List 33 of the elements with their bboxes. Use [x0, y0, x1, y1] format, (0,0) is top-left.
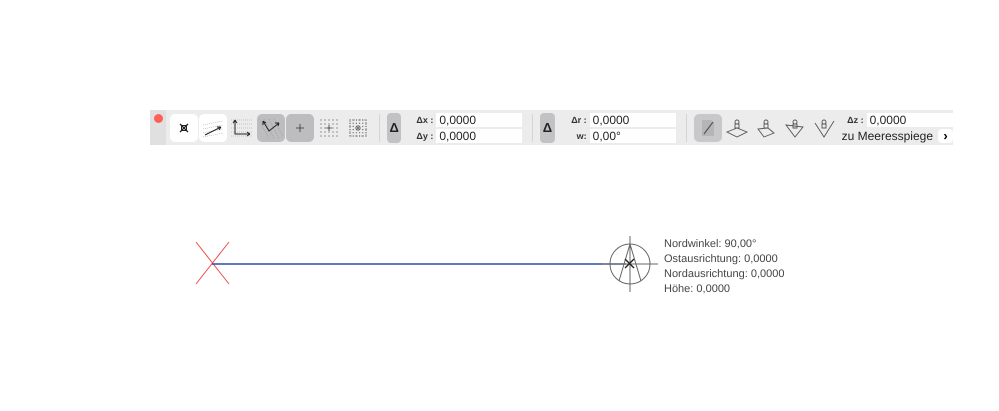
- figure-plane-icon: [782, 116, 807, 138]
- field-label: Δr :: [570, 114, 587, 124]
- snap-icon: [178, 122, 190, 134]
- elevation-mode-button[interactable]: [694, 114, 722, 142]
- info-text: Nordwinkel: 90,00°: [664, 237, 758, 252]
- input-field[interactable]: 0,0000: [436, 112, 522, 126]
- info-text: Höhe: 0,0000: [664, 282, 732, 297]
- dot-grid-icon: [318, 116, 340, 138]
- snap-tool-button[interactable]: [257, 114, 285, 142]
- cross-mark: [196, 242, 230, 284]
- figure-plane-icon: [724, 116, 749, 138]
- field-label: Δz :: [846, 114, 864, 124]
- info-text: Nordausrichtung: 0,0000: [664, 267, 784, 282]
- axes-grid-icon: [230, 116, 254, 138]
- reference-label: zu Meeresspiege: [842, 128, 933, 142]
- input-field[interactable]: 0,0000: [866, 112, 953, 126]
- snap-tool-button[interactable]: [170, 114, 198, 142]
- field-label: Δy :: [415, 130, 434, 140]
- input-field[interactable]: 0,0000: [590, 112, 676, 126]
- figure-plane-icon: [812, 116, 836, 138]
- north-compass-icon: [602, 236, 658, 292]
- delta-button[interactable]: Δ: [386, 112, 402, 142]
- info-text: Ostausrichtung: 0,0000: [664, 252, 779, 267]
- field-label: w:: [576, 130, 587, 140]
- field-label: Δx :: [415, 114, 434, 124]
- rotated-axes-icon: [259, 116, 283, 138]
- delta-button[interactable]: Δ: [540, 112, 555, 142]
- point-icon: [296, 124, 304, 132]
- input-field[interactable]: 0,0000: [436, 128, 522, 142]
- more-button[interactable]: ›: [938, 128, 953, 142]
- dot-frame-icon: [347, 116, 369, 138]
- input-field[interactable]: 0,00°: [590, 128, 676, 142]
- snap-tool-button[interactable]: [199, 114, 227, 142]
